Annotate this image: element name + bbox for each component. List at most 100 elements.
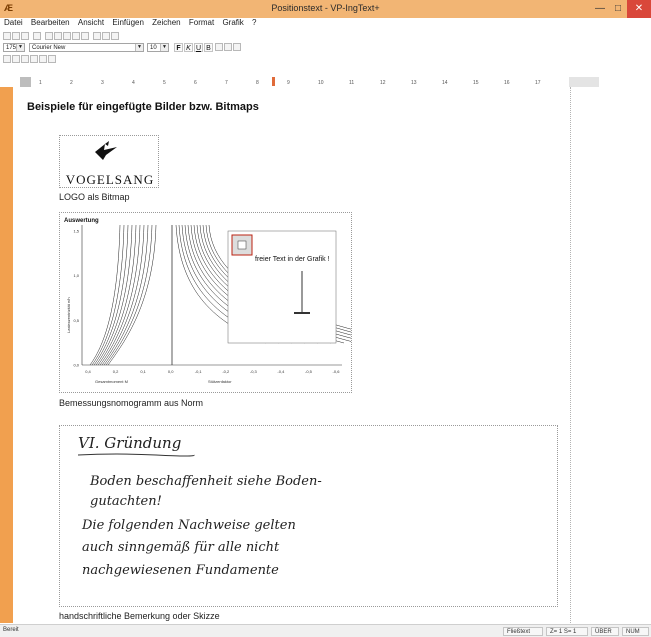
x-tick-label: -0,6: [333, 369, 341, 374]
x-tick-label: -0,4: [277, 369, 285, 374]
handwriting-image-frame[interactable]: VI. Gründung Boden beschaffenheit siehe …: [59, 425, 558, 607]
ruler-tick: 5: [163, 80, 166, 86]
handwriting-line: gutachten!: [90, 494, 162, 509]
x-axis-label-right: Stützenfaktor: [208, 379, 232, 384]
chart-caption: Bemessungsnomogramm aus Norm: [59, 398, 204, 408]
menu-format[interactable]: Format: [189, 18, 214, 27]
document-page[interactable]: Beispiele für eingefügte Bilder bzw. Bit…: [21, 87, 571, 623]
x-tick-label: 0,0: [168, 369, 174, 374]
minimize-button[interactable]: —: [591, 0, 609, 18]
ruler-tick: 6: [194, 80, 197, 86]
x-tick-label: -0,1: [195, 369, 203, 374]
open-folder-icon[interactable]: [12, 32, 20, 40]
logo-text: VOGELSANG: [65, 172, 155, 187]
underline-button[interactable]: U: [194, 43, 203, 52]
style-select[interactable]: 175 ▼: [3, 43, 25, 52]
x-tick-label: 0,2: [113, 369, 119, 374]
superscript-icon[interactable]: [224, 43, 232, 51]
border-button[interactable]: B: [204, 43, 213, 52]
chevron-down-icon[interactable]: ▼: [135, 44, 143, 51]
paste-icon[interactable]: [63, 32, 71, 40]
chevron-down-icon[interactable]: ▼: [160, 44, 168, 51]
subscript-icon[interactable]: [233, 43, 241, 51]
size-select-value: 10: [150, 45, 157, 51]
menu-help[interactable]: ?: [252, 18, 256, 27]
nomogram-chart: Auswertung 0,4 0,2 0,1 0,0 -0,1 -0,2 -0,3 -0,4 -…: [64, 218, 410, 384]
print-icon[interactable]: [33, 32, 41, 40]
window-title: Positionstext - VP-IngText+: [271, 3, 380, 13]
logo-caption: LOGO als Bitmap: [59, 192, 130, 202]
fill-tool-icon[interactable]: [30, 55, 38, 63]
x-tick-label: -0,2: [222, 369, 230, 374]
status-position: Z= 1 S= 1: [546, 627, 588, 636]
insert-icon[interactable]: [93, 32, 101, 40]
handwriting-line: Die folgenden Nachweise gelten: [82, 518, 296, 533]
ruler-tick: 2: [70, 80, 73, 86]
logo-image-frame[interactable]: VOGELSANG: [59, 135, 159, 188]
ruler-tick: 8: [256, 80, 259, 86]
menu-einfuegen[interactable]: Einfügen: [112, 18, 144, 27]
color-icon[interactable]: [215, 43, 223, 51]
menu-datei[interactable]: Datei: [4, 18, 23, 27]
list-icon[interactable]: [48, 55, 56, 63]
image-icon[interactable]: [111, 32, 119, 40]
save-icon[interactable]: [21, 32, 29, 40]
menu-bearbeiten[interactable]: Bearbeiten: [31, 18, 70, 27]
ruler-left-margin: [20, 77, 31, 87]
vogelsang-bird-icon: [95, 141, 117, 160]
rectangle-tool-icon[interactable]: [12, 55, 20, 63]
ruler-tick: 12: [380, 80, 386, 86]
new-document-icon[interactable]: [3, 32, 11, 40]
handwriting-line: nachgewiesenen Fundamente: [82, 563, 279, 578]
style-select-value: 175: [6, 45, 17, 51]
handwriting-underline: [77, 453, 195, 457]
ruler-cursor-marker[interactable]: [272, 77, 275, 86]
close-button[interactable]: ✕: [627, 0, 651, 18]
y-tick-label: 1,0: [73, 273, 79, 278]
cut-icon[interactable]: [45, 32, 53, 40]
handwriting-caption: handschriftliche Bemerkung oder Skizze: [59, 611, 220, 621]
status-mode: Fließtext: [503, 627, 543, 636]
menu-ansicht[interactable]: Ansicht: [78, 18, 104, 27]
ruler-tick: 9: [287, 80, 290, 86]
y-tick-label: 1,5: [73, 229, 79, 234]
status-overwrite: ÜBER: [591, 627, 619, 636]
left-margin-bar: [0, 87, 18, 623]
menu-grafik[interactable]: Grafik: [222, 18, 243, 27]
ruler-tick: 13: [411, 80, 417, 86]
ruler-tick: 17: [535, 80, 541, 86]
ellipse-tool-icon[interactable]: [21, 55, 29, 63]
font-select[interactable]: Courier New ▼: [29, 43, 144, 52]
status-text: Bereit: [3, 627, 19, 633]
edit-link-icon[interactable]: [102, 32, 110, 40]
status-numlock: NUM: [622, 627, 649, 636]
bold-button[interactable]: F: [174, 43, 183, 52]
ruler-tick: 16: [504, 80, 510, 86]
copy-icon[interactable]: [54, 32, 62, 40]
ruler-tick: 4: [132, 80, 135, 86]
redo-icon[interactable]: [81, 32, 89, 40]
maximize-button[interactable]: □: [609, 0, 627, 18]
handwriting-title: VI. Gründung: [78, 434, 182, 452]
title-bar: Æ Positionstext - VP-IngText+ — □ ✕: [0, 0, 651, 18]
italic-button[interactable]: K: [184, 43, 193, 52]
x-tick-label: 0,1: [140, 369, 146, 374]
undo-icon[interactable]: [72, 32, 80, 40]
x-tick-labels: 0,4 0,2 0,1 0,0 -0,1 -0,2 -0,3 -0,4 -0,5 -0,6: [85, 369, 340, 374]
y-tick-labels: 0,0 0,5 1,0 1,5: [73, 229, 79, 368]
chart-title: Auswertung: [64, 218, 99, 224]
font-select-value: Courier New: [32, 45, 66, 51]
ruler-right-margin: [569, 77, 599, 87]
chart-overlay-text[interactable]: freier Text in der Grafik !: [255, 256, 330, 263]
menu-zeichen[interactable]: Zeichen: [152, 18, 180, 27]
size-select[interactable]: 10 ▼: [147, 43, 169, 52]
ruler-tick: 7: [225, 80, 228, 86]
align-center-icon[interactable]: [39, 55, 47, 63]
line-tool-icon[interactable]: [3, 55, 11, 63]
handwriting-line: auch sinngemäß für alle nicht: [82, 540, 280, 555]
format-toolbar: 175 ▼ Courier New ▼ 10 ▼ F K U B: [0, 42, 651, 53]
ruler-tick: 15: [473, 80, 479, 86]
chart-image-frame[interactable]: Auswertung 0,4 0,2 0,1 0,0 -0,1 -0,2 -0,3 -0,4 -…: [59, 212, 410, 393]
chevron-down-icon[interactable]: ▼: [16, 44, 24, 51]
ruler-tick: 3: [101, 80, 104, 86]
